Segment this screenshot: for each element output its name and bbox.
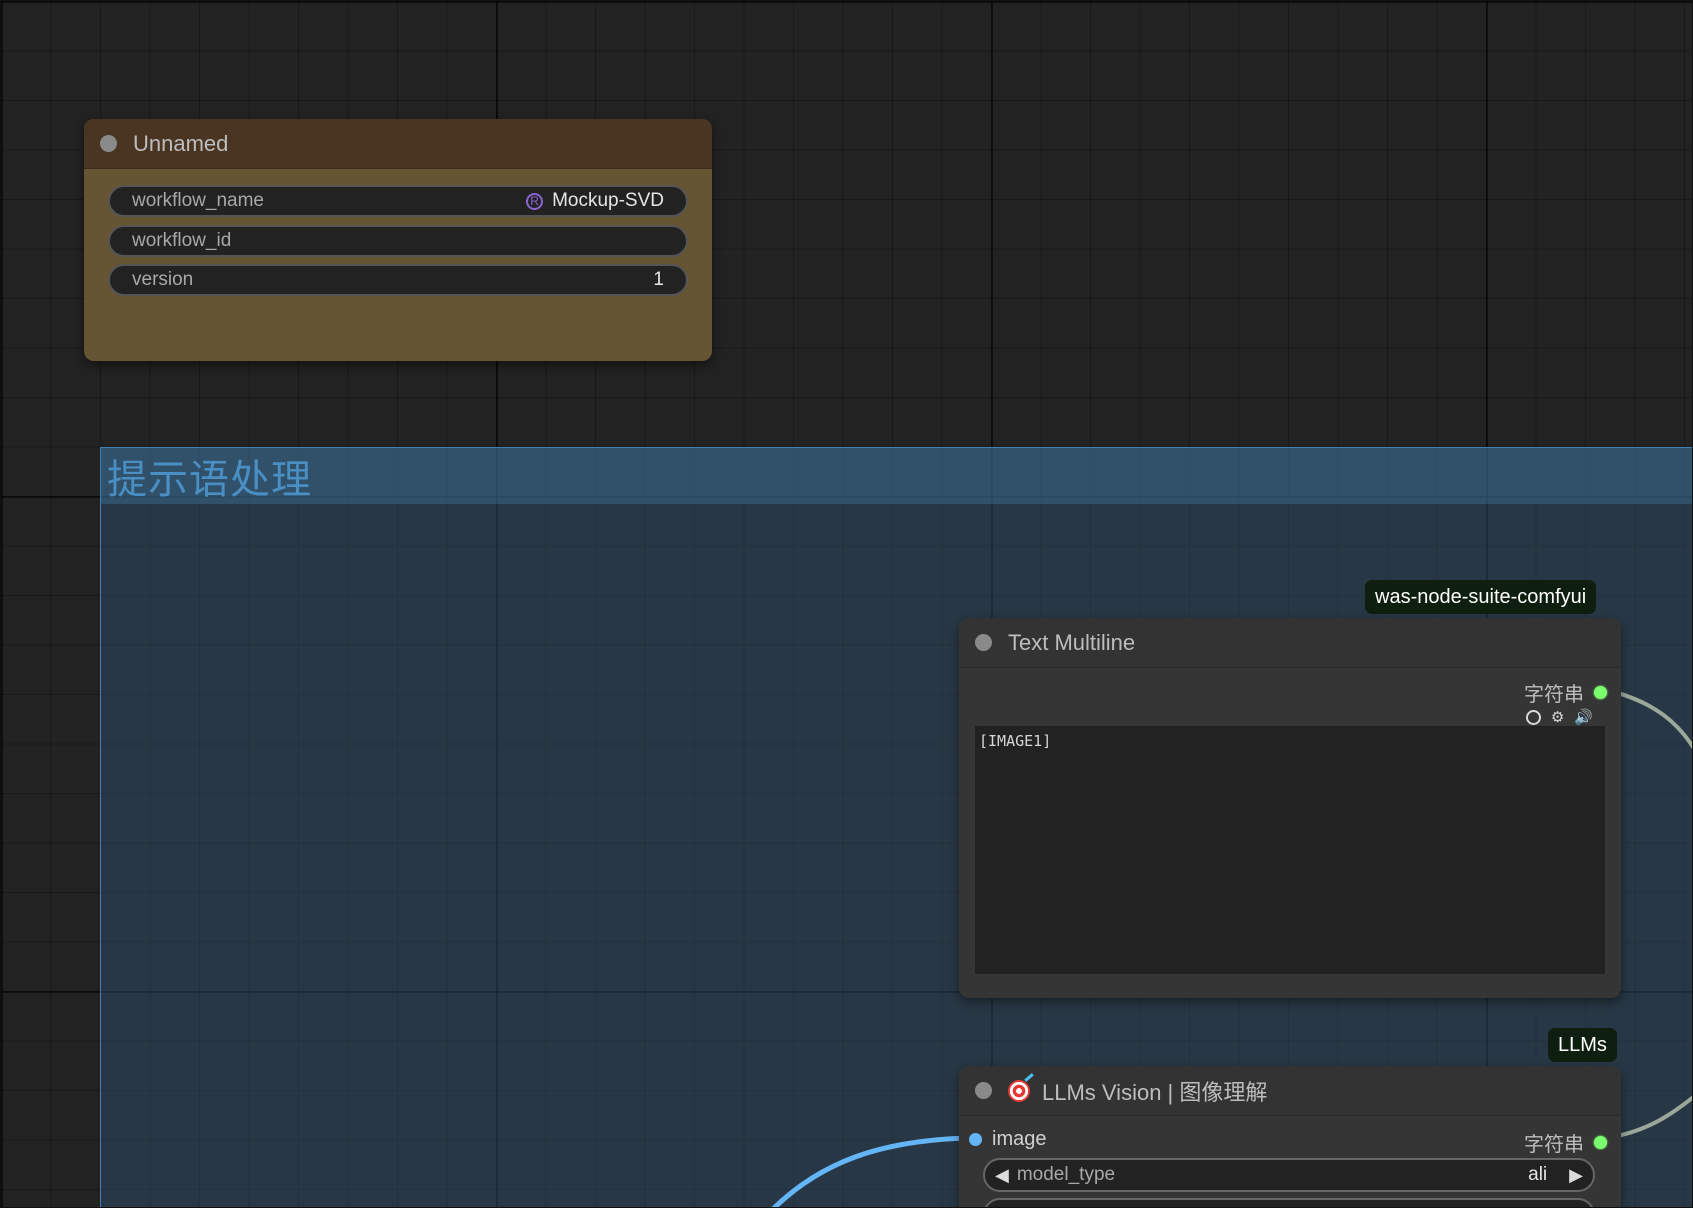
node-title: LLMs Vision | 图像理解 bbox=[1042, 1079, 1268, 1105]
output-dot-icon[interactable] bbox=[1594, 1136, 1607, 1149]
node-title-bar[interactable]: Text Multiline bbox=[959, 618, 1621, 668]
input-dot-icon[interactable] bbox=[969, 1133, 982, 1146]
group-title: 提示语处理 bbox=[107, 457, 312, 503]
combo-value: ali bbox=[1528, 1164, 1548, 1185]
textarea-toolbar: ⚙ 🔊 bbox=[1525, 708, 1593, 726]
workflow-name-widget[interactable]: workflow_name R Mockup-SVD bbox=[108, 185, 688, 217]
output-slot-string[interactable]: 字符串 bbox=[1524, 678, 1607, 707]
widget-label: workflow_id bbox=[132, 230, 232, 251]
widget-label: version bbox=[132, 269, 194, 290]
combo-label: model_type bbox=[1016, 1164, 1116, 1185]
text-input[interactable]: [IMAGE1] bbox=[975, 726, 1605, 974]
output-slot-string[interactable]: 字符串 bbox=[1524, 1128, 1607, 1157]
input-label: image bbox=[992, 1128, 1047, 1150]
collapse-dot-icon[interactable] bbox=[975, 1082, 992, 1099]
graph-canvas[interactable]: 提示语处理 Unnamed workflow_name R Mockup-SVD… bbox=[0, 0, 1693, 1208]
output-label: 字符串 bbox=[1524, 1132, 1584, 1156]
input-slot-image[interactable]: image bbox=[969, 1128, 1046, 1151]
gear-icon[interactable]: ⚙ bbox=[1551, 708, 1564, 726]
node-title-bar[interactable]: Unnamed bbox=[84, 119, 712, 169]
node-title: Text Multiline bbox=[1008, 629, 1136, 655]
widget-value: Mockup-SVD bbox=[552, 190, 664, 211]
group-header[interactable]: 提示语处理 bbox=[101, 448, 1692, 504]
collapse-dot-icon[interactable] bbox=[100, 135, 117, 152]
target-icon bbox=[1008, 1079, 1030, 1102]
workflow-id-widget[interactable]: workflow_id bbox=[108, 225, 688, 257]
node-title: Unnamed bbox=[133, 130, 229, 156]
node-title-bar[interactable]: LLMs Vision | 图像理解 bbox=[959, 1066, 1621, 1116]
next-combo-partial[interactable] bbox=[983, 1198, 1595, 1207]
model-type-combo[interactable]: ◀ model_type ali ▶ bbox=[983, 1158, 1595, 1192]
llms-vision-node[interactable]: LLMs Vision | 图像理解 image 字符串 ◀ model_typ… bbox=[959, 1066, 1621, 1207]
output-label: 字符串 bbox=[1524, 682, 1584, 706]
widget-value: 1 bbox=[653, 269, 664, 290]
arrow-left-icon[interactable]: ◀ bbox=[995, 1165, 1009, 1186]
collapse-dot-icon[interactable] bbox=[975, 634, 992, 651]
source-badge-was: was-node-suite-comfyui bbox=[1365, 580, 1597, 614]
version-widget[interactable]: version 1 bbox=[108, 264, 688, 296]
unnamed-node[interactable]: Unnamed workflow_name R Mockup-SVD workf… bbox=[84, 119, 712, 361]
circle-icon[interactable] bbox=[1525, 709, 1541, 725]
text-multiline-node[interactable]: Text Multiline 字符串 ⚙ 🔊 [IMAGE1] bbox=[959, 618, 1621, 998]
speaker-icon[interactable]: 🔊 bbox=[1574, 708, 1593, 726]
widget-label: workflow_name bbox=[132, 190, 264, 211]
output-dot-icon[interactable] bbox=[1594, 686, 1607, 699]
arrow-right-icon[interactable]: ▶ bbox=[1569, 1165, 1583, 1186]
registered-badge-icon: R bbox=[526, 192, 544, 210]
source-badge-llms: LLMs bbox=[1548, 1028, 1617, 1062]
